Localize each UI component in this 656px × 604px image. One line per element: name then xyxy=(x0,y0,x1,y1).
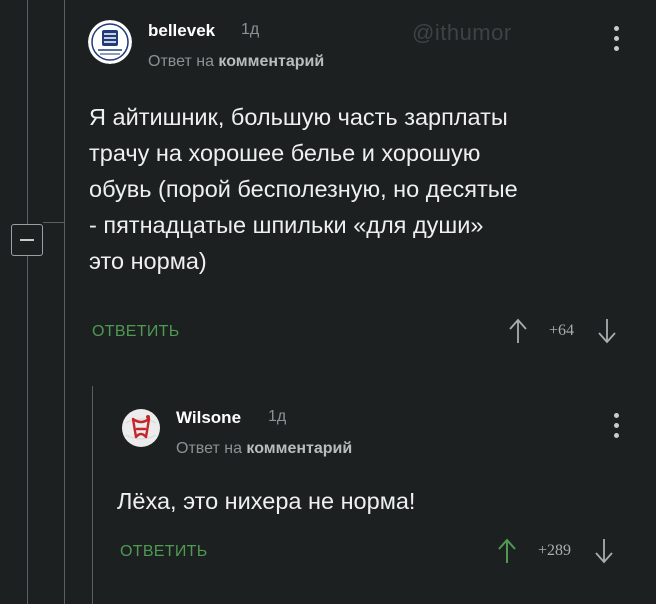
reply-to-prefix: Ответ на xyxy=(148,53,214,70)
vote-score: +289 xyxy=(538,542,572,559)
username[interactable]: bellevek xyxy=(148,21,215,41)
minus-icon xyxy=(20,239,34,241)
thread-line-inner[interactable] xyxy=(64,0,65,604)
comment-body: Я айтишник, большую часть зарплаты трачу… xyxy=(89,99,518,279)
reply-to-link[interactable]: комментарий xyxy=(246,440,352,457)
comment-line: трачу на хорошее белье и хорошую xyxy=(89,140,481,166)
avatar[interactable] xyxy=(118,405,164,451)
avatar[interactable] xyxy=(88,20,132,64)
thread-line-nested[interactable] xyxy=(92,386,93,604)
vote-score: +64 xyxy=(549,322,575,339)
dot-icon xyxy=(613,46,619,51)
reply-to-prefix: Ответ на xyxy=(176,440,242,457)
thread-line-outer-top xyxy=(27,0,28,224)
downvote-arrow-icon[interactable] xyxy=(593,538,615,564)
reply-to-link[interactable]: комментарий xyxy=(218,53,324,70)
comment-line: Я айтишник, большую часть зарплаты xyxy=(89,104,508,130)
reply-to-line: Ответ на комментарий xyxy=(148,53,324,71)
collapse-thread-button[interactable] xyxy=(11,224,43,256)
avatar-emblem-icon xyxy=(88,20,132,64)
reply-button[interactable]: ОТВЕТИТЬ xyxy=(120,543,208,561)
comment-menu-button[interactable] xyxy=(611,413,621,438)
reply-to-line: Ответ на комментарий xyxy=(176,440,352,458)
dot-icon xyxy=(613,433,619,438)
downvote-arrow-icon[interactable] xyxy=(596,318,618,344)
dot-icon xyxy=(613,26,619,31)
upvote-arrow-icon[interactable] xyxy=(507,318,529,344)
comment-line: - пятнадцатые шпильки «для души» xyxy=(89,212,484,238)
dot-icon xyxy=(613,423,619,428)
comment-line: Лёха, это нихера не норма! xyxy=(117,488,416,514)
comment-time: 1д xyxy=(268,408,287,425)
dot-icon xyxy=(613,36,619,41)
watermark: @ithumor xyxy=(412,20,512,45)
comment-menu-button[interactable] xyxy=(611,26,621,51)
comment-line: это норма) xyxy=(89,248,207,274)
upvote-arrow-icon[interactable] xyxy=(496,538,518,564)
reply-button[interactable]: ОТВЕТИТЬ xyxy=(92,323,180,341)
comment-line: обувь (порой бесполезную, но десятые xyxy=(89,176,518,202)
thread-line-outer-bottom xyxy=(27,256,28,604)
comment-body: Лёха, это нихера не норма! xyxy=(117,483,415,519)
username[interactable]: Wilsone xyxy=(176,408,241,428)
dot-icon xyxy=(613,413,619,418)
vote-control: +64 xyxy=(507,318,618,344)
comments-page: @ithumor bellevek 1д Ответ на комментари… xyxy=(0,0,656,604)
avatar-wilson-ball-icon xyxy=(118,405,164,451)
vote-control: +289 xyxy=(496,538,615,564)
thread-connector xyxy=(43,222,64,223)
comment-time: 1д xyxy=(241,21,260,38)
